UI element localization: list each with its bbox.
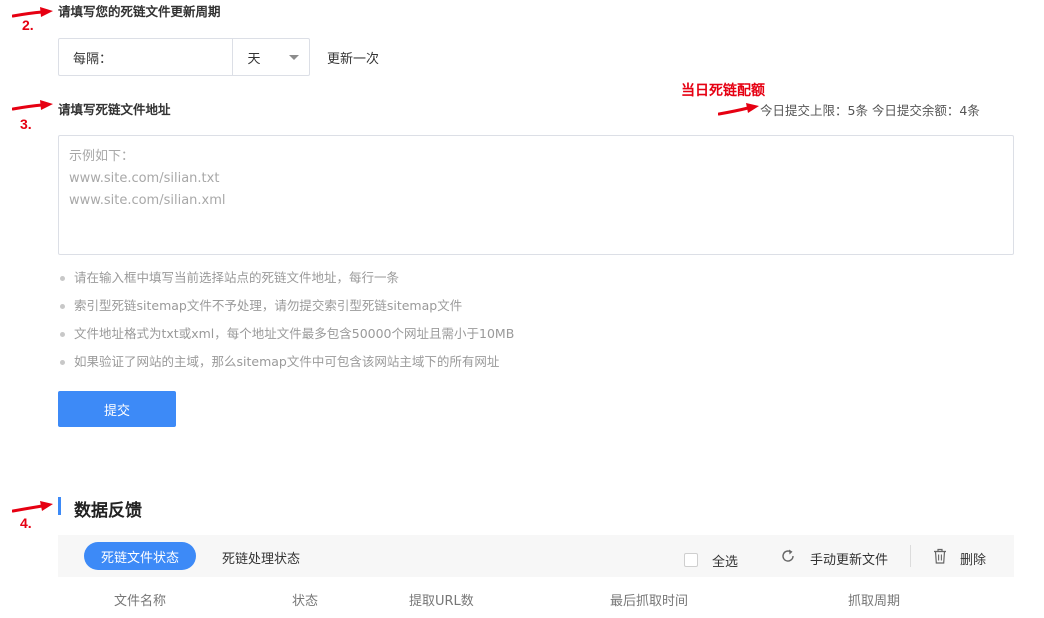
interval-unit-select[interactable]: 天	[232, 39, 309, 75]
quota-annotation-title: 当日死链配额	[681, 83, 765, 99]
tip-item: 文件地址格式为txt或xml，每个地址文件最多包含50000个网址且需小于10M…	[58, 324, 514, 352]
annotation-step-4: 4.	[20, 515, 32, 531]
feedback-section-title: 数据反馈	[74, 501, 142, 521]
interval-suffix: 更新一次	[327, 52, 380, 67]
annotation-step-2: 2.	[22, 17, 34, 33]
column-header-file-name: 文件名称	[114, 594, 167, 609]
column-header-url-count: 提取URL数	[409, 594, 474, 609]
select-all-checkbox[interactable]	[684, 553, 698, 567]
column-header-status: 状态	[292, 594, 319, 609]
tip-text: 文件地址格式为txt或xml，每个地址文件最多包含50000个网址且需小于10M…	[74, 326, 515, 341]
placeholder-line: www.site.com/silian.txt	[69, 171, 220, 186]
annotation-step-3: 3.	[20, 116, 32, 132]
bullet-icon	[60, 276, 65, 281]
tip-text: 请在输入框中填写当前选择站点的死链文件地址，每行一条	[74, 270, 400, 285]
submission-quota: 今日提交上限：5条 今日提交余额：4条	[760, 103, 980, 118]
cycle-section-label: 请填写您的死链文件更新周期	[58, 4, 221, 19]
tab-dead-link-file-status[interactable]: 死链文件状态	[84, 542, 196, 570]
red-arrow-icon	[718, 103, 759, 116]
delete-button[interactable]: 删除	[960, 549, 986, 568]
tip-text: 索引型死链sitemap文件不予处理，请勿提交索引型死链sitemap文件	[74, 298, 463, 313]
tip-text: 如果验证了网站的主域，那么sitemap文件中可包含该网站主域下的所有网址	[74, 354, 500, 369]
interval-unit-value: 天	[247, 51, 261, 67]
tip-item: 请在输入框中填写当前选择站点的死链文件地址，每行一条	[58, 268, 514, 296]
tip-item: 如果验证了网站的主域，那么sitemap文件中可包含该网站主域下的所有网址	[58, 352, 514, 380]
submit-button[interactable]: 提交	[58, 391, 176, 427]
update-interval-control: 每隔： 天	[58, 38, 310, 76]
column-header-crawl-cycle: 抓取周期	[848, 594, 901, 609]
bullet-icon	[60, 360, 65, 365]
toolbar-divider	[910, 545, 911, 567]
dead-link-url-textarea[interactable]: 示例如下： www.site.com/silian.txt www.site.c…	[58, 135, 1014, 255]
section-accent-bar	[58, 497, 61, 515]
tips-list: 请在输入框中填写当前选择站点的死链文件地址，每行一条 索引型死链sitemap文…	[58, 268, 514, 380]
bullet-icon	[60, 304, 65, 309]
chevron-down-icon	[289, 54, 299, 60]
tip-item: 索引型死链sitemap文件不予处理，请勿提交索引型死链sitemap文件	[58, 296, 514, 324]
placeholder-line: www.site.com/silian.xml	[69, 193, 226, 208]
select-all-label[interactable]: 全选	[712, 551, 738, 570]
red-arrow-icon	[12, 501, 53, 513]
refresh-icon[interactable]	[780, 548, 796, 564]
address-section-label: 请填写死链文件地址	[58, 102, 171, 117]
column-header-last-crawl-time: 最后抓取时间	[610, 594, 689, 609]
manual-refresh-button[interactable]: 手动更新文件	[810, 549, 888, 568]
tab-dead-link-process-status[interactable]: 死链处理状态	[222, 548, 300, 567]
interval-input[interactable]: 每隔：	[59, 48, 232, 67]
bullet-icon	[60, 332, 65, 337]
red-arrow-icon	[12, 100, 53, 111]
placeholder-line: 示例如下：	[69, 149, 135, 164]
trash-icon[interactable]	[933, 548, 947, 564]
